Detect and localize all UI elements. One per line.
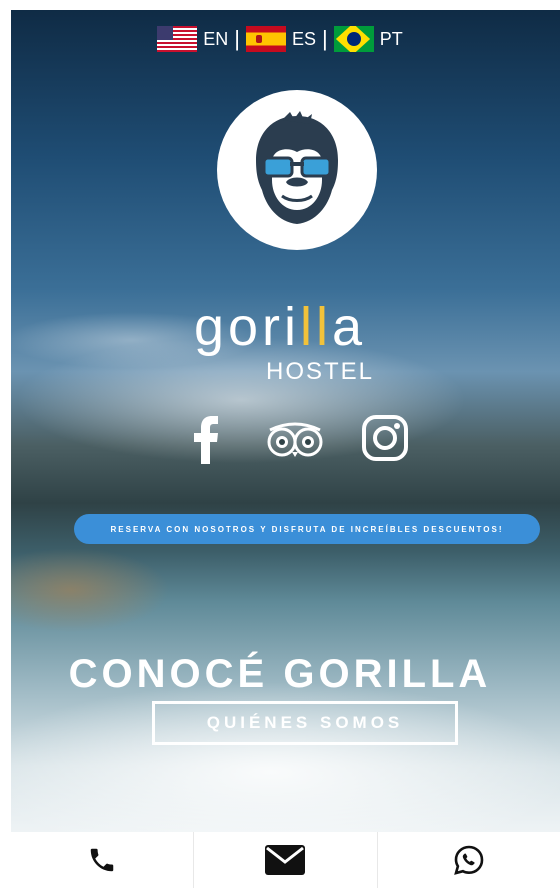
brand-wordmark: gorilla	[0, 300, 560, 354]
email-button[interactable]	[194, 832, 378, 888]
logo[interactable]	[217, 90, 377, 250]
lang-en[interactable]: EN	[157, 26, 228, 52]
lang-separator: |	[234, 26, 240, 51]
page: EN | ES | PT gorilla HOSTEL RESERVA CON …	[0, 0, 560, 888]
envelope-icon	[265, 845, 306, 875]
brazil-flag-icon	[333, 26, 374, 52]
whatsapp-icon	[453, 845, 484, 875]
wordmark-part-3: a	[332, 297, 367, 357]
lang-en-label: EN	[203, 28, 229, 49]
us-flag-icon	[157, 26, 198, 52]
gorilla-with-sunglasses-icon	[256, 111, 338, 224]
page-headline: CONOCÉ GORILLA	[68, 652, 492, 696]
whatsapp-button[interactable]	[378, 832, 560, 888]
contact-bar	[11, 832, 560, 888]
promo-banner[interactable]: RESERVA CON NOSOTROS Y DISFRUTA DE INCRE…	[74, 514, 540, 544]
call-button[interactable]	[11, 832, 195, 888]
lang-pt[interactable]: PT	[333, 26, 403, 52]
lang-es[interactable]: ES	[245, 26, 316, 52]
instagram-icon[interactable]	[361, 414, 409, 467]
spain-flag-icon	[245, 26, 286, 52]
phone-icon	[90, 848, 114, 872]
language-selector: EN | ES | PT	[0, 26, 560, 52]
lang-separator: |	[322, 26, 328, 51]
lang-pt-label: PT	[379, 28, 403, 49]
wordmark-part-2: ll	[300, 297, 332, 357]
wordmark-part-1: gori	[193, 297, 300, 357]
about-us-button[interactable]: QUIÉNES SOMOS	[152, 701, 458, 745]
lang-es-label: ES	[291, 28, 316, 49]
brand-subtitle: HOSTEL	[266, 358, 375, 385]
tripadvisor-icon[interactable]	[266, 420, 324, 465]
facebook-icon[interactable]	[193, 416, 219, 469]
